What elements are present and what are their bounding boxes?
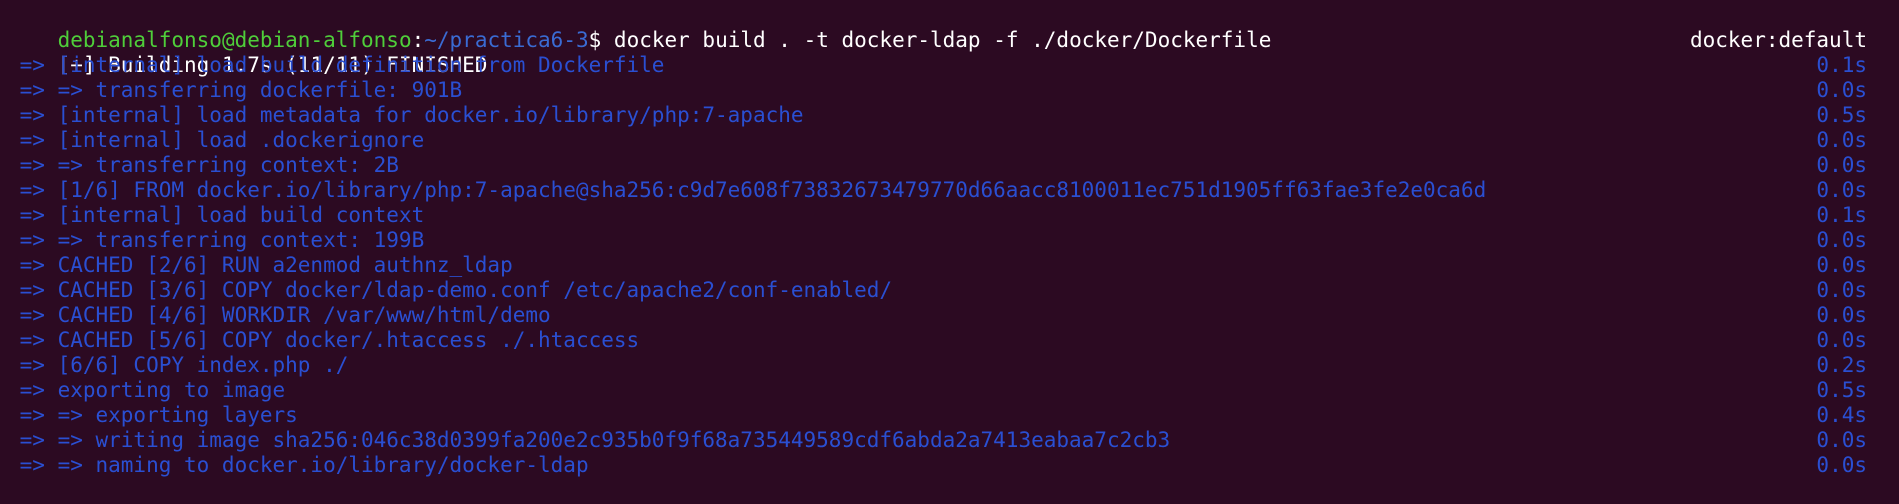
build-step-line: => => naming to docker.io/library/docker… bbox=[0, 453, 1899, 478]
build-step-text: => [internal] load .dockerignore bbox=[7, 128, 425, 152]
build-step-time: 0.0s bbox=[1816, 178, 1867, 202]
build-step-line: => => transferring context: 199B 0.0s bbox=[0, 228, 1899, 253]
build-step-text: => => writing image sha256:046c38d0399fa… bbox=[7, 428, 1171, 452]
build-step-time: 0.0s bbox=[1816, 303, 1867, 327]
build-step-time: 0.0s bbox=[1816, 78, 1867, 102]
build-step-text: => exporting to image bbox=[7, 378, 286, 402]
build-step-line: => => transferring dockerfile: 901B 0.0s bbox=[0, 78, 1899, 103]
command-line: debianalfonso@debian-alfonso:~/practica6… bbox=[0, 3, 1899, 52]
build-step-text: => => naming to docker.io/library/docker… bbox=[7, 453, 589, 477]
build-step-time: 0.0s bbox=[1816, 253, 1867, 277]
build-step-time: 0.0s bbox=[1816, 328, 1867, 352]
build-step-line: => exporting to image 0.5s bbox=[0, 378, 1899, 403]
build-step-text: => => transferring context: 199B bbox=[7, 228, 425, 252]
current-prompt-line[interactable]: debianalfonso@debian-alfonso:~/practica6… bbox=[0, 478, 1899, 504]
build-header: [+] Building 1.7s (11/11) FINISHED docke… bbox=[0, 28, 1899, 77]
build-step-time: 0.0s bbox=[1816, 228, 1867, 252]
build-step-time: 0.0s bbox=[1816, 453, 1867, 477]
build-step-text: => [internal] load build definition from… bbox=[7, 53, 665, 77]
build-step-text: => => exporting layers bbox=[7, 403, 298, 427]
build-step-line: => [internal] load build definition from… bbox=[0, 53, 1899, 78]
build-step-time: 0.0s bbox=[1816, 153, 1867, 177]
build-step-time: 0.1s bbox=[1816, 53, 1867, 77]
build-step-text: => CACHED [3/6] COPY docker/ldap-demo.co… bbox=[7, 278, 893, 302]
build-step-line: => [6/6] COPY index.php ./ 0.2s bbox=[0, 353, 1899, 378]
build-step-time: 0.0s bbox=[1816, 128, 1867, 152]
build-step-line: => CACHED [5/6] COPY docker/.htaccess ./… bbox=[0, 328, 1899, 353]
build-step-text: => [1/6] FROM docker.io/library/php:7-ap… bbox=[7, 178, 1487, 202]
build-step-line: => CACHED [2/6] RUN a2enmod authnz_ldap 0… bbox=[0, 253, 1899, 278]
build-step-time: 0.0s bbox=[1816, 428, 1867, 452]
build-step-time: 0.0s bbox=[1816, 278, 1867, 302]
build-step-time: 0.5s bbox=[1816, 378, 1867, 402]
build-step-line: => [internal] load .dockerignore 0.0s bbox=[0, 128, 1899, 153]
build-step-line: => CACHED [3/6] COPY docker/ldap-demo.co… bbox=[0, 278, 1899, 303]
build-step-text: => => transferring context: 2B bbox=[7, 153, 399, 177]
build-step-text: => CACHED [2/6] RUN a2enmod authnz_ldap bbox=[7, 253, 513, 277]
build-step-text: => => transferring dockerfile: 901B bbox=[7, 78, 463, 102]
build-step-line: => CACHED [4/6] WORKDIR /var/www/html/de… bbox=[0, 303, 1899, 328]
build-step-line: => => writing image sha256:046c38d0399fa… bbox=[0, 428, 1899, 453]
build-step-text: => CACHED [4/6] WORKDIR /var/www/html/de… bbox=[7, 303, 551, 327]
build-step-time: 0.2s bbox=[1816, 353, 1867, 377]
build-step-line: => => transferring context: 2B 0.0s bbox=[0, 153, 1899, 178]
build-step-text: => [6/6] COPY index.php ./ bbox=[7, 353, 349, 377]
build-step-line: => [internal] load metadata for docker.i… bbox=[0, 103, 1899, 128]
build-step-time: 0.5s bbox=[1816, 103, 1867, 127]
build-step-time: 0.4s bbox=[1816, 403, 1867, 427]
build-step-line: => [internal] load build context 0.1s bbox=[0, 203, 1899, 228]
build-steps: => [internal] load build definition from… bbox=[0, 53, 1899, 478]
build-step-line: => [1/6] FROM docker.io/library/php:7-ap… bbox=[0, 178, 1899, 203]
build-step-text: => CACHED [5/6] COPY docker/.htaccess ./… bbox=[7, 328, 640, 352]
build-context: docker:default bbox=[1689, 28, 1867, 52]
build-step-text: => [internal] load metadata for docker.i… bbox=[7, 103, 804, 127]
build-step-time: 0.1s bbox=[1816, 203, 1867, 227]
terminal-window[interactable]: debianalfonso@debian-alfonso:~/practica6… bbox=[0, 0, 1899, 504]
build-step-text: => [internal] load build context bbox=[7, 203, 425, 227]
build-step-line: => => exporting layers 0.4s bbox=[0, 403, 1899, 428]
